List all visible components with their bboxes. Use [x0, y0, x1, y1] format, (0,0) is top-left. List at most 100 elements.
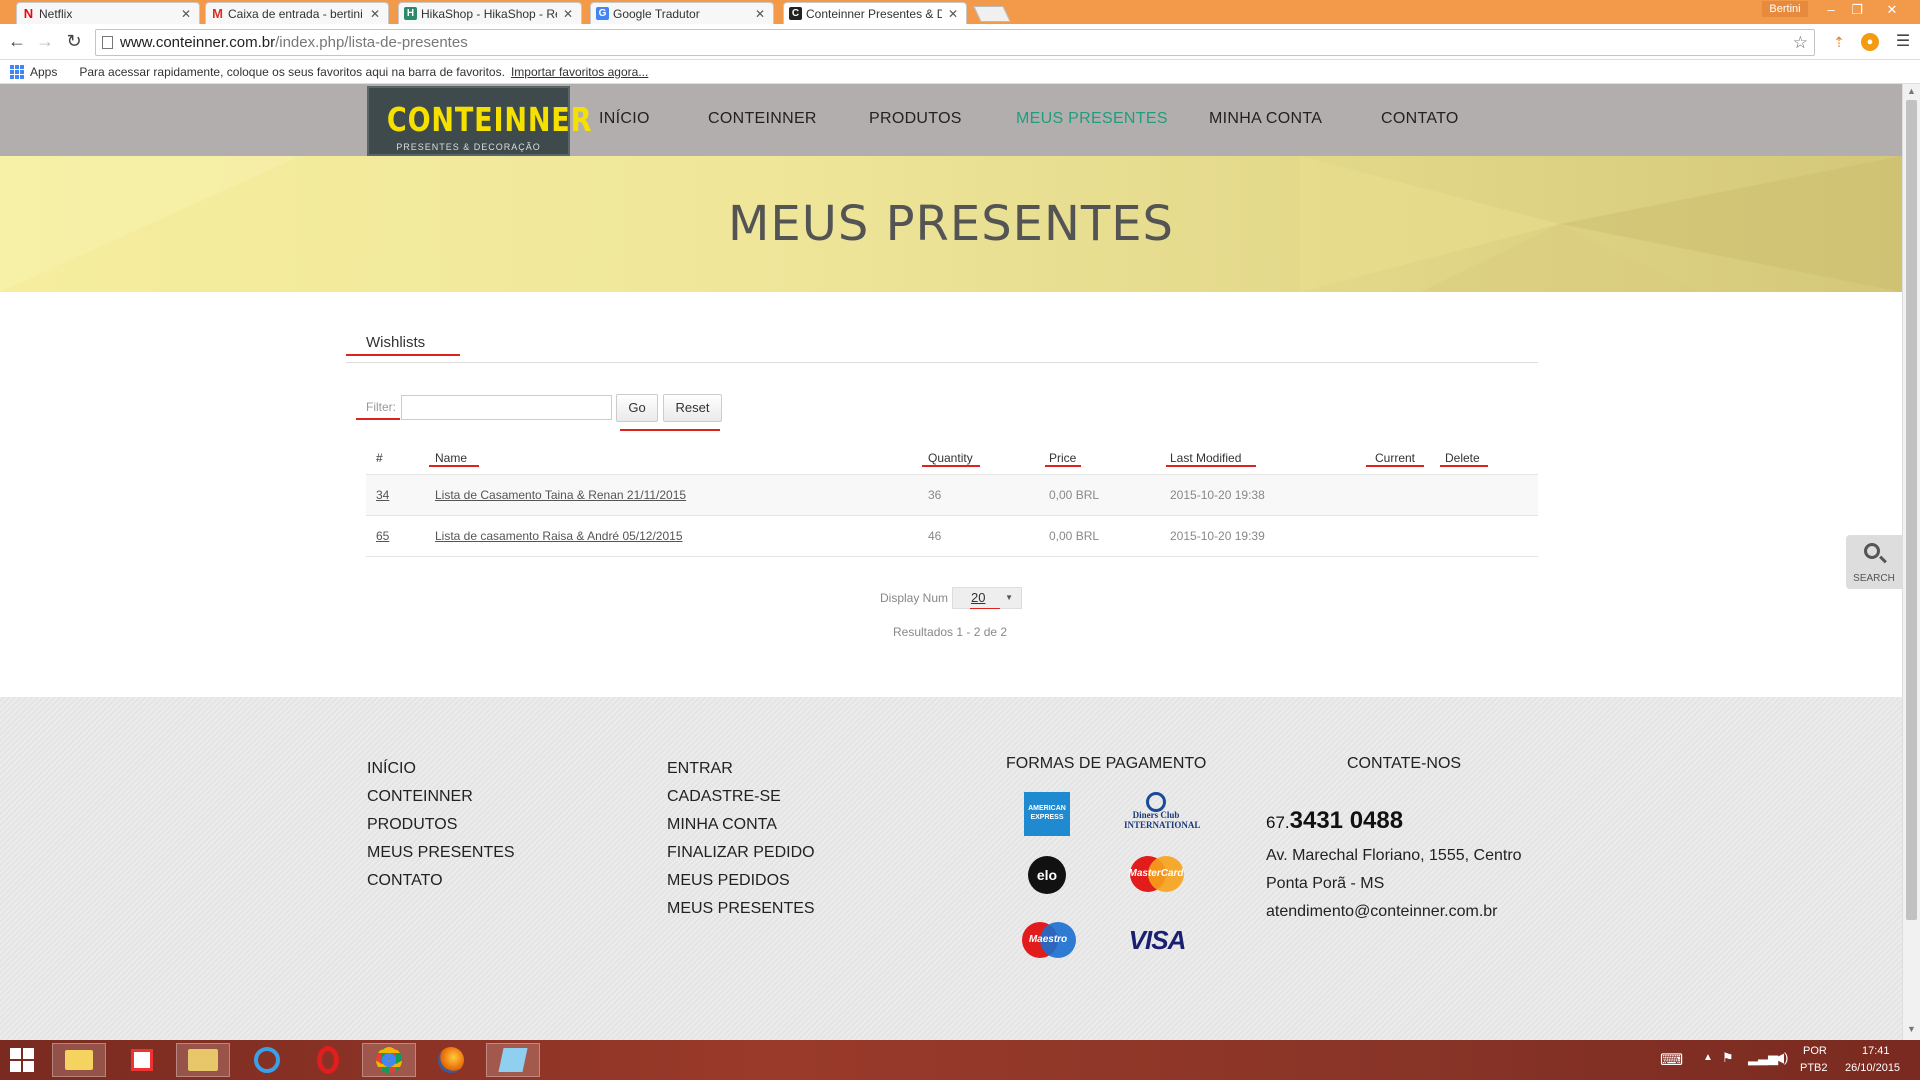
restore-icon[interactable]: ❐	[1844, 0, 1870, 20]
tab-netflix[interactable]: N Netflix ✕	[16, 2, 200, 24]
nav-inicio[interactable]: INÍCIO	[599, 110, 650, 128]
header-price[interactable]: Price	[1049, 451, 1076, 465]
address-bar[interactable]: www.conteinner.com.br/index.php/lista-de…	[95, 29, 1815, 56]
extension-flame-icon[interactable]: ●	[1861, 33, 1879, 51]
taskbar-explorer-folder[interactable]	[52, 1043, 106, 1077]
search-icon	[1864, 543, 1880, 559]
tab-hikashop[interactable]: H HikaShop - HikaShop - Re ✕	[398, 2, 582, 24]
footer-link[interactable]: MEUS PRESENTES	[367, 839, 515, 867]
scroll-up-icon[interactable]: ▲	[1907, 86, 1916, 96]
search-button[interactable]: SEARCH	[1846, 535, 1902, 589]
contact-phone: 67.3431 0488	[1266, 807, 1403, 835]
reload-icon[interactable]: ↻	[63, 30, 85, 52]
taskbar-opera[interactable]	[301, 1043, 355, 1077]
keyboard-icon[interactable]: ⌨	[1660, 1050, 1683, 1070]
nav-minha-conta[interactable]: MINHA CONTA	[1209, 110, 1322, 128]
scrollbar-thumb[interactable]	[1906, 100, 1917, 920]
show-hidden-icons[interactable]: ▲	[1703, 1052, 1713, 1063]
firefox-icon	[438, 1047, 464, 1073]
volume-icon[interactable]: ◀)	[1774, 1050, 1788, 1066]
folder-icon	[65, 1050, 93, 1070]
input-language[interactable]: POR	[1803, 1045, 1827, 1057]
header-delete: Delete	[1445, 451, 1480, 465]
scroll-down-icon[interactable]: ▼	[1907, 1024, 1916, 1034]
footer-link[interactable]: INÍCIO	[367, 755, 515, 783]
bookmarks-hint: Para acessar rapidamente, coloque os seu…	[79, 64, 505, 79]
keyboard-layout[interactable]: PTB2	[1800, 1062, 1828, 1074]
apps-icon[interactable]	[10, 64, 24, 79]
elo-logo: elo	[1028, 856, 1066, 894]
back-icon[interactable]: ←	[6, 30, 28, 52]
close-icon[interactable]: ✕	[563, 7, 573, 21]
footer-link[interactable]: CADASTRE-SE	[667, 783, 815, 811]
taskbar-internet-explorer[interactable]	[240, 1043, 294, 1077]
wishlist-name-link[interactable]: Lista de Casamento Taina & Renan 21/11/2…	[435, 488, 686, 502]
wishlist-id-link[interactable]: 34	[376, 488, 389, 502]
close-window-icon[interactable]: ✕	[1870, 0, 1914, 20]
minimize-icon[interactable]: –	[1818, 0, 1844, 20]
taskbar-firefox[interactable]	[424, 1043, 478, 1077]
tab-label: Google Tradutor	[613, 6, 700, 21]
logo-text: CONTEINNER	[386, 100, 593, 139]
gmail-icon: M	[212, 6, 223, 21]
profile-button[interactable]: Bertini	[1762, 1, 1808, 17]
footer-link[interactable]: CONTEINNER	[367, 783, 515, 811]
tab-conteinner[interactable]: C Conteinner Presentes & D ✕	[783, 2, 967, 24]
nav-conteinner[interactable]: CONTEINNER	[708, 110, 817, 128]
nav-produtos[interactable]: PRODUTOS	[869, 110, 962, 128]
url-host: www.conteinner.com.br	[120, 34, 276, 51]
site-header: CONTEINNER PRESENTES & DECORAÇÃO INÍCIO …	[0, 84, 1902, 156]
footer-link[interactable]: CONTATO	[367, 867, 515, 895]
results-count: Resultados 1 - 2 de 2	[893, 625, 1008, 639]
display-num-select[interactable]: 20 ▼	[952, 587, 1022, 609]
wishlist-name-link[interactable]: Lista de casamento Raisa & André 05/12/2…	[435, 529, 683, 543]
contact-email[interactable]: atendimento@conteinner.com.br	[1266, 903, 1497, 921]
footer-link[interactable]: MEUS PEDIDOS	[667, 867, 815, 895]
header-last-modified[interactable]: Last Modified	[1170, 451, 1241, 465]
bookmark-star-icon[interactable]: ☆	[1793, 30, 1808, 55]
header-name[interactable]: Name	[435, 451, 467, 465]
wishlist-price: 0,00 BRL	[1049, 529, 1100, 543]
footer-link[interactable]: FINALIZAR PEDIDO	[667, 839, 815, 867]
close-icon[interactable]: ✕	[181, 7, 191, 21]
import-bookmarks-link[interactable]: Importar favoritos agora...	[511, 65, 648, 79]
go-button[interactable]: Go	[616, 394, 658, 422]
tab-wishlists[interactable]: Wishlists	[366, 334, 425, 351]
close-icon[interactable]: ✕	[370, 7, 380, 21]
clock-date[interactable]: 26/10/2015	[1845, 1062, 1900, 1074]
page-scrollbar[interactable]: ▲ ▼	[1902, 84, 1920, 1040]
close-icon[interactable]: ✕	[755, 7, 765, 21]
maestro-logo: Maestro	[1018, 922, 1078, 960]
footer-link[interactable]: MINHA CONTA	[667, 811, 815, 839]
nav-meus-presentes[interactable]: MEUS PRESENTES	[1016, 110, 1168, 128]
close-icon[interactable]: ✕	[948, 7, 958, 21]
windows-start-icon[interactable]	[10, 1048, 34, 1072]
site-logo[interactable]: CONTEINNER PRESENTES & DECORAÇÃO	[367, 86, 593, 156]
new-tab-button[interactable]	[973, 6, 1011, 22]
menu-icon[interactable]: ☰	[1894, 33, 1912, 51]
forward-icon[interactable]: →	[34, 30, 56, 52]
apps-link[interactable]: Apps	[30, 65, 57, 79]
taskbar-apps[interactable]	[115, 1043, 169, 1077]
reset-button[interactable]: Reset	[663, 394, 722, 422]
footer-link[interactable]: MEUS PRESENTES	[667, 895, 815, 923]
footer-nav-main: INÍCIO CONTEINNER PRODUTOS MEUS PRESENTE…	[367, 755, 515, 895]
extension-arrow-icon[interactable]: ⇡	[1830, 33, 1848, 51]
filter-input[interactable]	[401, 395, 612, 420]
taskbar-paint[interactable]	[486, 1043, 540, 1077]
nav-contato[interactable]: CONTATO	[1381, 110, 1459, 128]
wishlist-id-link[interactable]: 65	[376, 529, 389, 543]
browser-toolbar: ← → ↻ www.conteinner.com.br/index.php/li…	[0, 24, 1920, 60]
clock-time[interactable]: 17:41	[1862, 1045, 1890, 1057]
taskbar-chrome[interactable]	[362, 1043, 416, 1077]
footer-link[interactable]: PRODUTOS	[367, 811, 515, 839]
tab-label: Caixa de entrada - bertini	[228, 6, 363, 21]
footer-link[interactable]: ENTRAR	[667, 755, 815, 783]
taskbar-file-explorer[interactable]	[176, 1043, 230, 1077]
tab-gmail[interactable]: M Caixa de entrada - bertini ✕	[205, 2, 389, 24]
bookmarks-bar: Apps Para acessar rapidamente, coloque o…	[0, 60, 1920, 84]
diners-club-text: Diners Club INTERNATIONAL	[1124, 810, 1201, 830]
header-quantity[interactable]: Quantity	[928, 451, 973, 465]
action-center-icon[interactable]: ⚑	[1722, 1050, 1734, 1066]
tab-google-translate[interactable]: G Google Tradutor ✕	[590, 2, 774, 24]
